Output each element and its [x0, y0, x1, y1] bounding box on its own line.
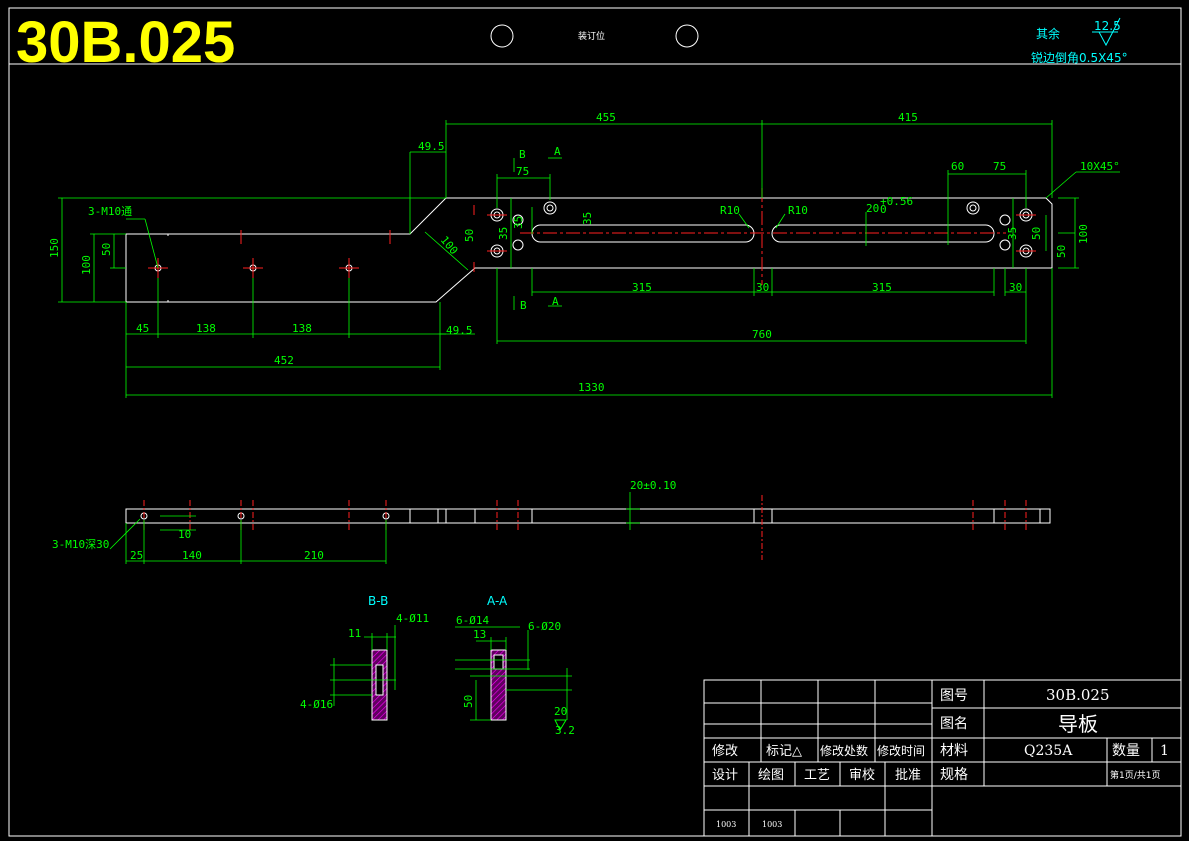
section-b-bottom: B [520, 299, 527, 312]
section-bb-cbore: 4-Ø16 [300, 698, 333, 711]
radius-right: R10 [788, 204, 808, 217]
dim-49-5-top: 49.5 [418, 140, 445, 153]
side-dim-140: 140 [182, 549, 202, 562]
dim-100-right: 100 [1077, 224, 1090, 244]
section-aa-cbore: 6-Ø20 [528, 620, 561, 633]
dim-138-b: 138 [292, 322, 312, 335]
dim-760: 760 [752, 328, 772, 341]
rev-time: 修改时间 [877, 743, 925, 758]
title-label-material: 材料 [940, 743, 968, 759]
dim-35-c: 35 [581, 212, 594, 225]
section-b-top: B [519, 148, 526, 161]
cad-drawing-canvas: 30B.025 装订位 其余 12.5 锐边倒角0.5X45° 455 415 … [0, 0, 1189, 841]
chamfer-note: 锐边倒角0.5X45° [1031, 51, 1128, 65]
dim-30-a: 30 [756, 281, 769, 294]
sign-process: 工艺 [804, 768, 830, 783]
section-bb-title: B-B [368, 594, 388, 608]
dim-45: 45 [136, 322, 149, 335]
bottom-value-1: 1003 [716, 820, 736, 829]
title-part-name: 导板 [1058, 712, 1098, 736]
dim-50-b: 50 [1030, 227, 1043, 240]
title-label-drawing-no: 图号 [940, 688, 968, 704]
side-dim-25: 25 [130, 549, 143, 562]
section-bb-holes: 4-Ø11 [396, 612, 429, 625]
side-dim-210: 210 [304, 549, 324, 562]
rev-count: 修改处数 [820, 743, 868, 758]
rev-mark: 标记△ [766, 744, 802, 759]
dim-50-right: 50 [1055, 245, 1068, 258]
dim-30-b: 30 [1009, 281, 1022, 294]
dim-75-left: 75 [516, 165, 529, 178]
dim-35-d: 35 [1006, 227, 1019, 240]
drawing-code-title: 30B.025 [16, 10, 235, 75]
dim-455: 455 [596, 111, 616, 124]
binding-mark: 装订位 [578, 30, 605, 42]
dim-415: 415 [898, 111, 918, 124]
section-aa-title: A-A [487, 594, 508, 608]
section-aa-dim-13: 13 [473, 628, 486, 641]
sign-approve: 批准 [895, 768, 921, 783]
dim-452: 452 [274, 354, 294, 367]
section-a-bottom: A [552, 295, 559, 308]
tap-label-front: 3-M10通 [88, 205, 132, 218]
dim-150: 150 [48, 238, 61, 258]
section-aa-dim-50: 50 [462, 695, 475, 708]
side-dim-10: 10 [178, 528, 191, 541]
dim-50-a: 50 [463, 229, 476, 242]
slot-width-tol-lower: 0 [880, 203, 887, 216]
dim-138-a: 138 [196, 322, 216, 335]
side-thickness: 20±0.10 [630, 479, 676, 492]
roughness-note: 其余 [1036, 26, 1060, 41]
section-bb-dim-11: 11 [348, 627, 361, 640]
radius-left: R10 [720, 204, 740, 217]
side-tap-label: 3-M10深30 [52, 538, 109, 551]
dim-60: 60 [951, 160, 964, 173]
section-aa-holes: 6-Ø14 [456, 614, 489, 627]
rev-modify: 修改 [712, 744, 738, 759]
title-label-qty: 数量 [1112, 743, 1140, 759]
title-material: Q235A [1024, 743, 1073, 759]
dim-100-left: 100 [80, 255, 93, 275]
chamfer-label: 10X45° [1080, 160, 1120, 173]
dim-35-a: 35 [497, 227, 510, 240]
title-label-name: 图名 [940, 716, 968, 732]
sign-check: 审校 [849, 767, 875, 783]
sign-design: 设计 [712, 768, 738, 783]
dim-50-left: 50 [100, 243, 113, 256]
dim-35-b: 35 [512, 216, 525, 229]
title-qty: 1 [1160, 743, 1169, 759]
dim-75-right: 75 [993, 160, 1006, 173]
dim-315-a: 315 [632, 281, 652, 294]
dim-315-b: 315 [872, 281, 892, 294]
section-aa-dim-20: 20 [554, 705, 567, 718]
roughness-value: 12.5 [1094, 19, 1121, 33]
bottom-value-2: 1003 [762, 820, 782, 829]
section-a-top: A [554, 145, 561, 158]
dim-49-5-bottom: 49.5 [446, 324, 473, 337]
section-aa-mark: 3.2 [555, 724, 575, 737]
title-sheet: 第1页/共1页 [1110, 769, 1161, 781]
sign-draw: 绘图 [758, 768, 784, 783]
slot-width: 20 [866, 202, 879, 215]
title-label-spec: 规格 [940, 767, 968, 783]
dim-1330: 1330 [578, 381, 605, 394]
title-drawing-no: 30B.025 [1046, 686, 1110, 704]
